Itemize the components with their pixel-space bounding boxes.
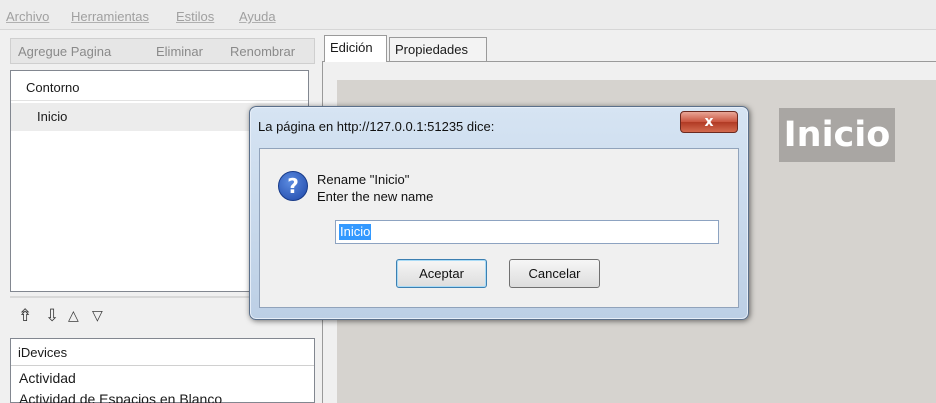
tab-label: Edición bbox=[330, 40, 373, 55]
close-button[interactable]: x bbox=[680, 111, 738, 133]
cancel-button-label: Cancelar bbox=[528, 266, 581, 281]
idevices-header: iDevices bbox=[11, 339, 314, 366]
idevices-panel: iDevices Actividad Actividad de Espacios… bbox=[10, 338, 315, 403]
menu-herramientas[interactable]: Herramientas bbox=[71, 9, 149, 24]
outline-title: Contorno bbox=[26, 80, 80, 95]
tab-edicion[interactable]: Edición bbox=[324, 35, 387, 62]
accept-button-label: Aceptar bbox=[419, 266, 464, 281]
move-up-icon[interactable]: △ bbox=[68, 308, 79, 324]
outline-item-label: Inicio bbox=[37, 109, 68, 124]
dialog-title: La página en http://127.0.0.1:51235 dice… bbox=[258, 119, 495, 134]
accept-button[interactable]: Aceptar bbox=[396, 259, 487, 288]
page-heading: Inicio bbox=[779, 108, 895, 162]
dialog-body: ? Rename "Inicio" Enter the new name Ini… bbox=[259, 148, 739, 308]
menu-ayuda[interactable]: Ayuda bbox=[239, 9, 276, 24]
outline-toolbar: Agregue Pagina Eliminar Renombrar bbox=[10, 38, 315, 64]
delete-page-button[interactable]: Eliminar bbox=[156, 44, 203, 59]
dialog-message: Rename "Inicio" bbox=[317, 172, 410, 187]
menu-archivo[interactable]: Archivo bbox=[6, 9, 49, 24]
rename-page-button[interactable]: Renombrar bbox=[230, 44, 295, 59]
idevices-title: iDevices bbox=[18, 345, 68, 360]
move-down-icon[interactable]: ▽ bbox=[92, 308, 103, 324]
close-icon: x bbox=[704, 114, 714, 130]
dialog-prompt: Enter the new name bbox=[317, 189, 434, 204]
tab-label: Propiedades bbox=[395, 42, 468, 57]
tab-propiedades[interactable]: Propiedades bbox=[389, 37, 487, 61]
cancel-button[interactable]: Cancelar bbox=[509, 259, 600, 288]
outline-header: Contorno bbox=[11, 71, 308, 101]
rename-input[interactable]: Inicio bbox=[335, 220, 719, 244]
question-icon: ? bbox=[278, 171, 308, 201]
add-page-button[interactable]: Agregue Pagina bbox=[18, 44, 111, 59]
idevice-item[interactable]: Actividad de Espacios en Blanco bbox=[19, 391, 222, 403]
menu-estilos[interactable]: Estilos bbox=[176, 9, 214, 24]
idevice-item[interactable]: Actividad bbox=[19, 370, 76, 386]
demote-icon[interactable]: ⇩ bbox=[45, 306, 59, 326]
rename-dialog: La página en http://127.0.0.1:51235 dice… bbox=[249, 106, 749, 320]
promote-icon[interactable]: ⇮ bbox=[18, 306, 32, 326]
menu-bar: Archivo Herramientas Estilos Ayuda bbox=[0, 0, 936, 30]
rename-input-value: Inicio bbox=[339, 224, 372, 240]
